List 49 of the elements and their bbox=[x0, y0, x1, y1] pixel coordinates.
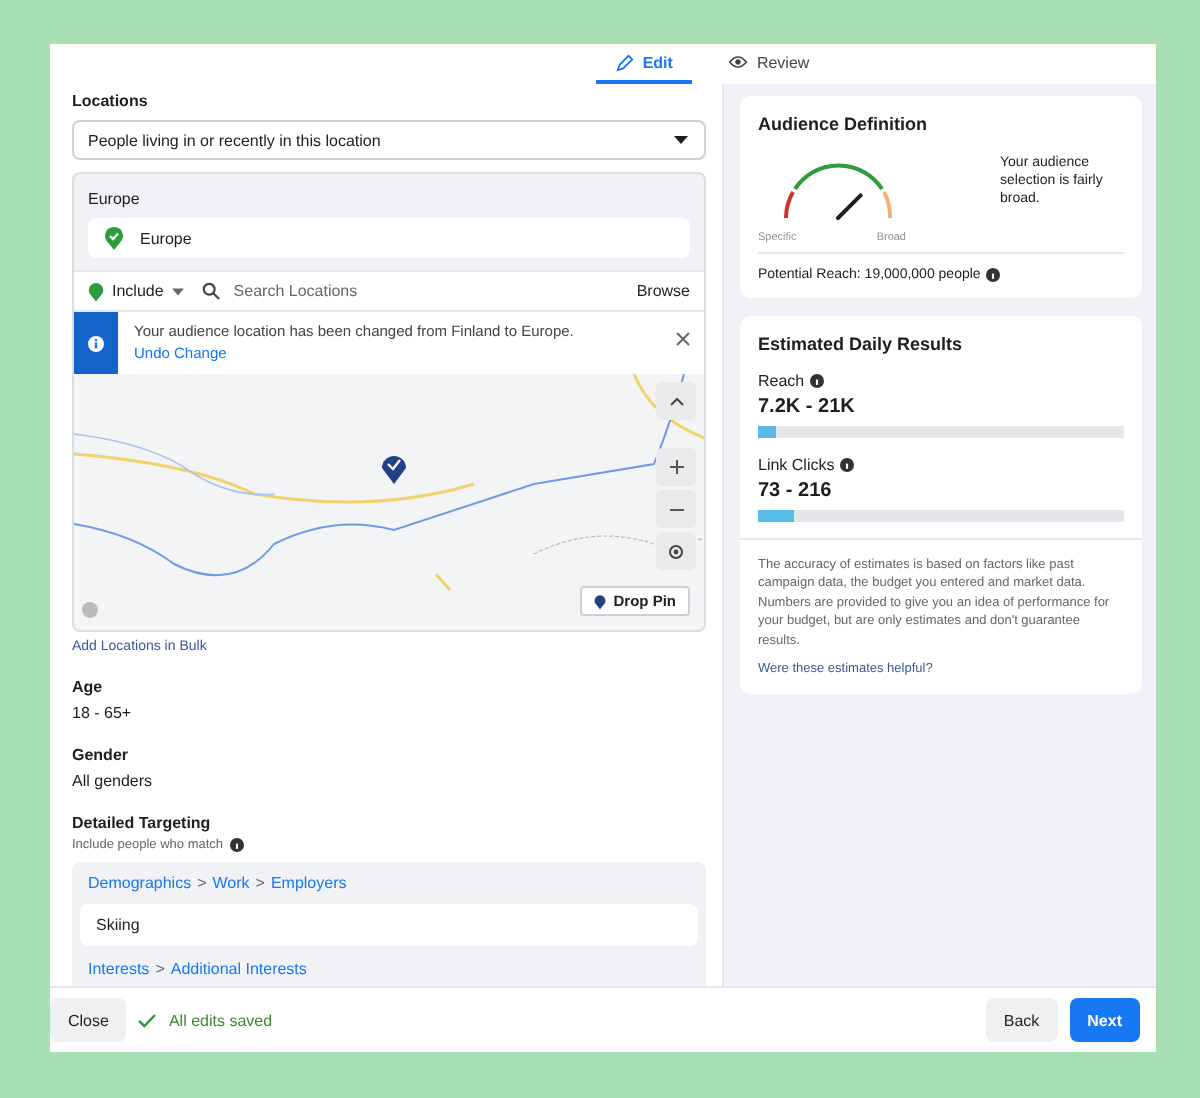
target-icon bbox=[668, 543, 684, 559]
chevron-up-icon bbox=[669, 397, 683, 405]
section-label: Gender bbox=[72, 746, 131, 764]
back-button[interactable]: Back bbox=[985, 998, 1058, 1042]
next-button[interactable]: Next bbox=[1069, 998, 1140, 1042]
tab[interactable]: Review bbox=[708, 44, 830, 84]
card-title: Estimated Daily Results bbox=[758, 334, 965, 354]
include-dropdown[interactable]: Include bbox=[88, 281, 192, 301]
checkmark-icon bbox=[138, 1013, 157, 1027]
metric-label: Link Clicks bbox=[758, 456, 835, 474]
collapse-map-button[interactable] bbox=[656, 382, 696, 420]
save-status: All edits saved bbox=[168, 1011, 273, 1029]
breadcrumb-separator: > bbox=[155, 960, 165, 978]
metric-label: Reach bbox=[758, 372, 805, 390]
targeting-item-text: Skiing bbox=[96, 916, 142, 934]
breadcrumb-separator: > bbox=[255, 874, 265, 892]
close-button[interactable]: Close bbox=[50, 998, 127, 1042]
location-type-dropdown[interactable]: People living in or recently in this location bbox=[72, 120, 706, 160]
location-chip[interactable]: Europe bbox=[88, 218, 690, 258]
plus-icon bbox=[669, 460, 683, 474]
card-title: Audience Definition bbox=[758, 114, 930, 134]
breadcrumb-link[interactable]: Work bbox=[212, 874, 250, 892]
location-pin-icon bbox=[593, 593, 606, 609]
caret-icon bbox=[171, 287, 184, 295]
breadcrumb-link[interactable]: Additional Interests bbox=[170, 960, 307, 978]
close-icon[interactable] bbox=[676, 332, 690, 346]
section-label: Detailed Targeting bbox=[72, 814, 213, 832]
search-icon bbox=[201, 282, 220, 300]
location-pin-icon bbox=[104, 226, 124, 250]
caret-icon bbox=[674, 136, 688, 144]
section-label: Age bbox=[72, 678, 105, 696]
eye-icon bbox=[728, 54, 749, 70]
age-value: 18 - 65+ bbox=[72, 704, 134, 722]
zoom-in-button[interactable] bbox=[656, 448, 696, 486]
gender-value: All genders bbox=[72, 772, 155, 790]
breadcrumb-link[interactable]: Demographics bbox=[88, 874, 192, 892]
metric-value: 7.2K - 21K bbox=[758, 396, 857, 418]
minus-icon bbox=[669, 507, 683, 511]
breadcrumb-link[interactable]: Employers bbox=[270, 874, 347, 892]
locate-button[interactable] bbox=[656, 532, 696, 570]
breadcrumb-link[interactable]: Interests bbox=[88, 960, 150, 978]
section-label: Locations bbox=[72, 92, 150, 110]
metric-value: 73 - 216 bbox=[758, 480, 834, 502]
tab[interactable]: Edit bbox=[596, 44, 693, 84]
breadcrumb-separator: > bbox=[197, 874, 207, 892]
pencil-icon bbox=[616, 53, 635, 71]
location-pin-icon bbox=[88, 281, 104, 301]
browse-button[interactable]: Browse bbox=[636, 282, 690, 300]
location-group-title: Europe bbox=[86, 188, 142, 212]
